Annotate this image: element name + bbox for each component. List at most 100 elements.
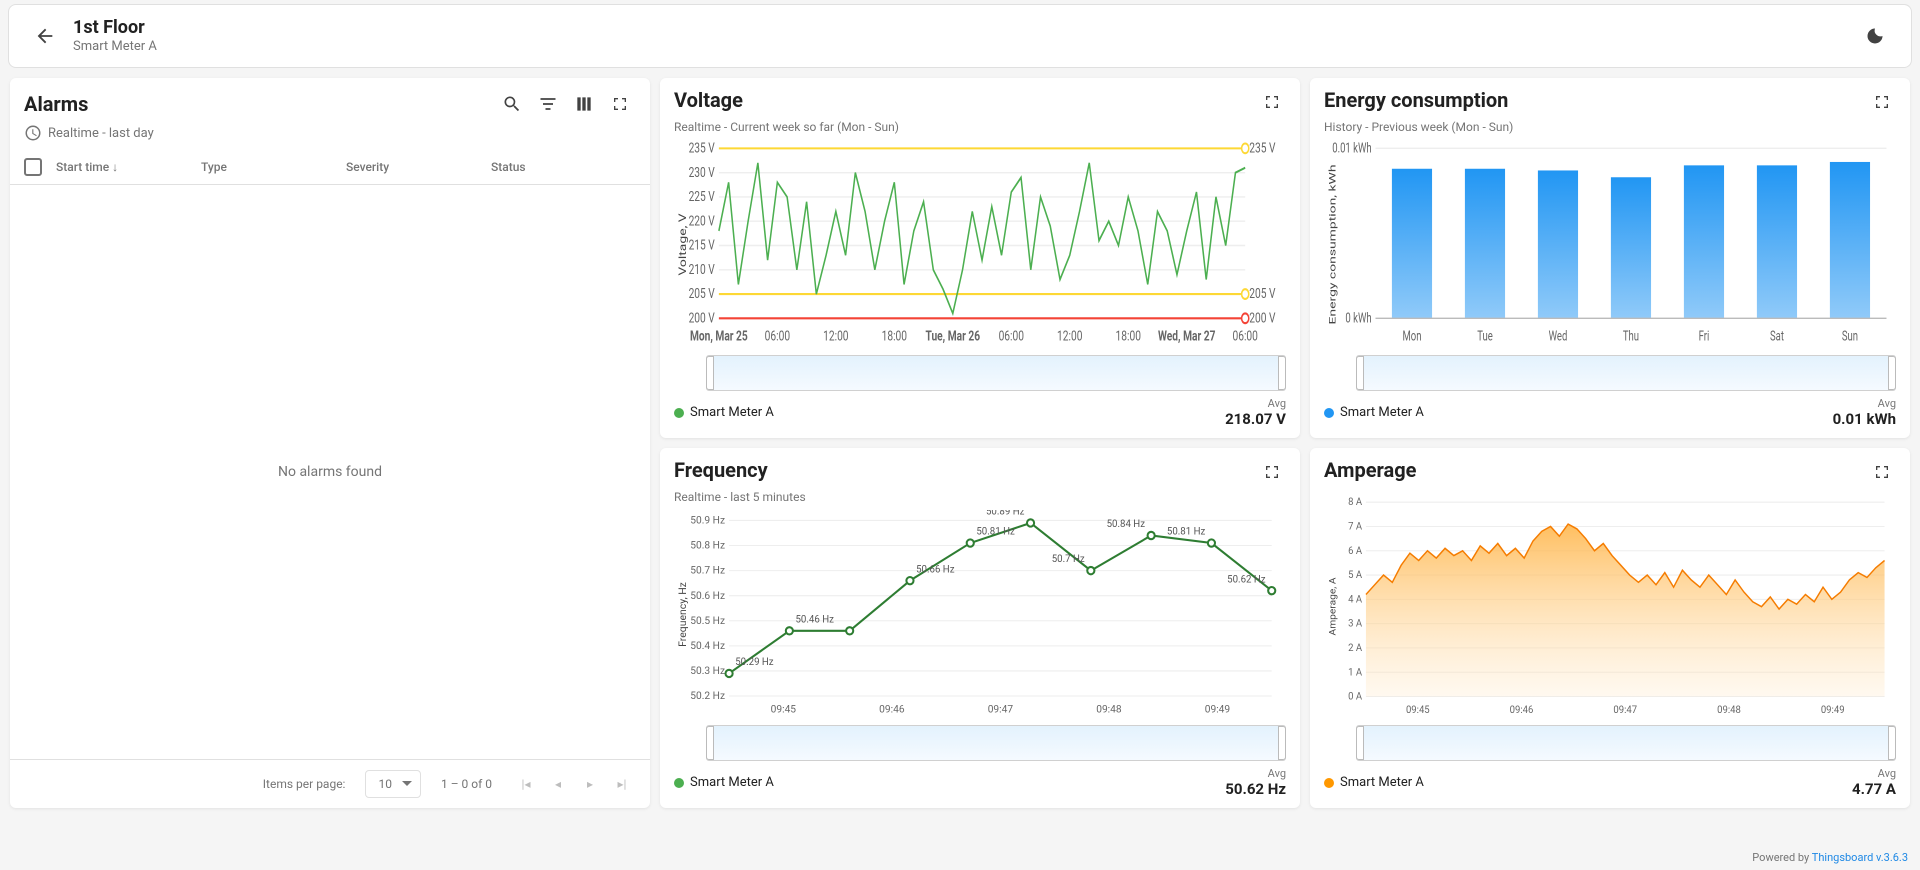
energy-minimap[interactable]	[1356, 355, 1896, 391]
minimap-handle-right[interactable]	[1278, 726, 1286, 760]
voltage-legend: Smart Meter A	[690, 405, 774, 420]
page-subtitle: Smart Meter A	[73, 39, 157, 55]
frequency-fullscreen-button[interactable]	[1258, 458, 1286, 486]
svg-text:5 A: 5 A	[1348, 570, 1362, 581]
energy-fullscreen-button[interactable]	[1868, 88, 1896, 116]
svg-text:50.4 Hz: 50.4 Hz	[690, 639, 725, 652]
minimap-handle-left[interactable]	[1356, 726, 1364, 760]
voltage-fullscreen-button[interactable]	[1258, 88, 1286, 116]
frequency-chart[interactable]: 50.2 Hz50.3 Hz50.4 Hz50.5 Hz50.6 Hz50.7 …	[660, 510, 1300, 719]
minimap-handle-right[interactable]	[1888, 726, 1896, 760]
svg-text:Sat: Sat	[1770, 328, 1784, 344]
alarms-timewindow[interactable]: Realtime - last day	[10, 124, 650, 150]
voltage-subtitle: Realtime - Current week so far (Mon - Su…	[660, 120, 1300, 140]
pager-prev-button[interactable]: ◂	[544, 770, 572, 798]
svg-text:Wed, Mar 27: Wed, Mar 27	[1158, 328, 1215, 344]
svg-text:0 kWh: 0 kWh	[1345, 310, 1371, 326]
fullscreen-icon	[1264, 464, 1280, 480]
svg-text:235 V: 235 V	[1249, 140, 1275, 156]
svg-text:09:48: 09:48	[1717, 705, 1741, 716]
svg-text:12:00: 12:00	[823, 328, 849, 344]
amperage-fullscreen-button[interactable]	[1868, 458, 1896, 486]
column-status[interactable]: Status	[491, 160, 636, 174]
frequency-avg-caption: Avg	[1225, 767, 1286, 780]
frequency-avg-value: 50.62 Hz	[1225, 780, 1286, 798]
minimap-handle-left[interactable]	[706, 726, 714, 760]
alarms-title: Alarms	[24, 92, 496, 116]
pager-first-button[interactable]: |◂	[512, 770, 540, 798]
svg-text:230 V: 230 V	[689, 164, 715, 180]
thingsboard-link[interactable]: Thingsboard v.3.6.3	[1812, 851, 1908, 864]
alarms-timewindow-text: Realtime - last day	[48, 126, 154, 141]
frequency-card: Frequency Realtime - last 5 minutes 50.2…	[660, 448, 1300, 808]
alarms-search-button[interactable]	[496, 88, 528, 120]
back-button[interactable]	[25, 16, 65, 56]
svg-text:225 V: 225 V	[689, 189, 715, 205]
svg-text:205 V: 205 V	[1249, 286, 1275, 302]
column-start-time[interactable]: Start time ↓	[56, 160, 201, 174]
svg-text:50.84 Hz: 50.84 Hz	[1107, 519, 1146, 530]
svg-text:8 A: 8 A	[1348, 497, 1362, 508]
svg-text:09:47: 09:47	[988, 703, 1014, 716]
svg-text:18:00: 18:00	[1116, 328, 1142, 344]
pager-range: 1 – 0 of 0	[441, 777, 492, 791]
svg-text:50.66 Hz: 50.66 Hz	[916, 564, 955, 575]
alarms-table-header: Start time ↓ Type Severity Status	[10, 150, 650, 185]
svg-text:06:00: 06:00	[1233, 328, 1259, 344]
voltage-minimap[interactable]	[706, 355, 1286, 391]
voltage-chart[interactable]: 200 V205 V210 V215 V220 V225 V230 V235 V…	[660, 140, 1300, 349]
minimap-handle-right[interactable]	[1888, 356, 1896, 390]
svg-text:50.2 Hz: 50.2 Hz	[690, 689, 725, 702]
minimap-handle-right[interactable]	[1278, 356, 1286, 390]
voltage-title: Voltage	[674, 88, 743, 112]
minimap-handle-left[interactable]	[1356, 356, 1364, 390]
svg-text:Amperage, A: Amperage, A	[1328, 577, 1339, 636]
column-type[interactable]: Type	[201, 160, 346, 174]
frequency-legend: Smart Meter A	[690, 775, 774, 790]
svg-text:0 A: 0 A	[1348, 691, 1362, 702]
sort-desc-icon: ↓	[112, 160, 118, 174]
energy-card: Energy consumption History - Previous we…	[1310, 78, 1910, 438]
svg-text:1 A: 1 A	[1348, 667, 1362, 678]
frequency-subtitle: Realtime - last 5 minutes	[660, 490, 1300, 510]
svg-text:Mon: Mon	[1402, 328, 1421, 344]
amperage-minimap[interactable]	[1356, 725, 1896, 761]
svg-text:0.01 kWh: 0.01 kWh	[1332, 140, 1371, 156]
svg-text:50.8 Hz: 50.8 Hz	[690, 539, 725, 552]
amperage-card: Amperage 0 A1 A2 A3 A4 A5 A6 A7 A8 AAmpe…	[1310, 448, 1910, 808]
alarms-select-all-checkbox[interactable]	[24, 158, 42, 176]
topbar-titles: 1st Floor Smart Meter A	[73, 17, 157, 54]
svg-text:06:00: 06:00	[765, 328, 791, 344]
svg-text:50.6 Hz: 50.6 Hz	[690, 589, 725, 602]
svg-text:Tue: Tue	[1477, 328, 1493, 344]
column-severity[interactable]: Severity	[346, 160, 491, 174]
amperage-chart[interactable]: 0 A1 A2 A3 A4 A5 A6 A7 A8 AAmperage, A09…	[1310, 494, 1910, 719]
svg-text:210 V: 210 V	[689, 261, 715, 277]
svg-text:50.7 Hz: 50.7 Hz	[690, 564, 725, 577]
frequency-title: Frequency	[674, 458, 768, 482]
alarms-fullscreen-button[interactable]	[604, 88, 636, 120]
svg-text:06:00: 06:00	[999, 328, 1025, 344]
svg-text:50.89 Hz: 50.89 Hz	[986, 510, 1025, 518]
items-per-page-label: Items per page:	[263, 777, 346, 791]
alarms-filter-button[interactable]	[532, 88, 564, 120]
items-per-page-select[interactable]: 10	[365, 770, 421, 798]
svg-text:Fri: Fri	[1699, 328, 1710, 344]
amperage-legend: Smart Meter A	[1340, 775, 1424, 790]
svg-text:3 A: 3 A	[1348, 618, 1362, 629]
moon-icon	[1865, 26, 1885, 46]
svg-text:12:00: 12:00	[1057, 328, 1083, 344]
amperage-avg-value: 4.77 A	[1852, 780, 1896, 798]
dark-mode-toggle[interactable]	[1855, 16, 1895, 56]
svg-text:09:45: 09:45	[1406, 705, 1430, 716]
frequency-minimap[interactable]	[706, 725, 1286, 761]
minimap-handle-left[interactable]	[706, 356, 714, 390]
voltage-avg-caption: Avg	[1225, 397, 1286, 410]
pager-next-button[interactable]: ▸	[576, 770, 604, 798]
alarms-columns-button[interactable]	[568, 88, 600, 120]
svg-text:215 V: 215 V	[689, 237, 715, 253]
pager-last-button[interactable]: ▸|	[608, 770, 636, 798]
svg-text:Sun: Sun	[1842, 328, 1858, 344]
svg-text:50.5 Hz: 50.5 Hz	[690, 614, 725, 627]
energy-chart[interactable]: 0 kWh0.01 kWhEnergy consumption, kWhMonT…	[1310, 140, 1910, 349]
